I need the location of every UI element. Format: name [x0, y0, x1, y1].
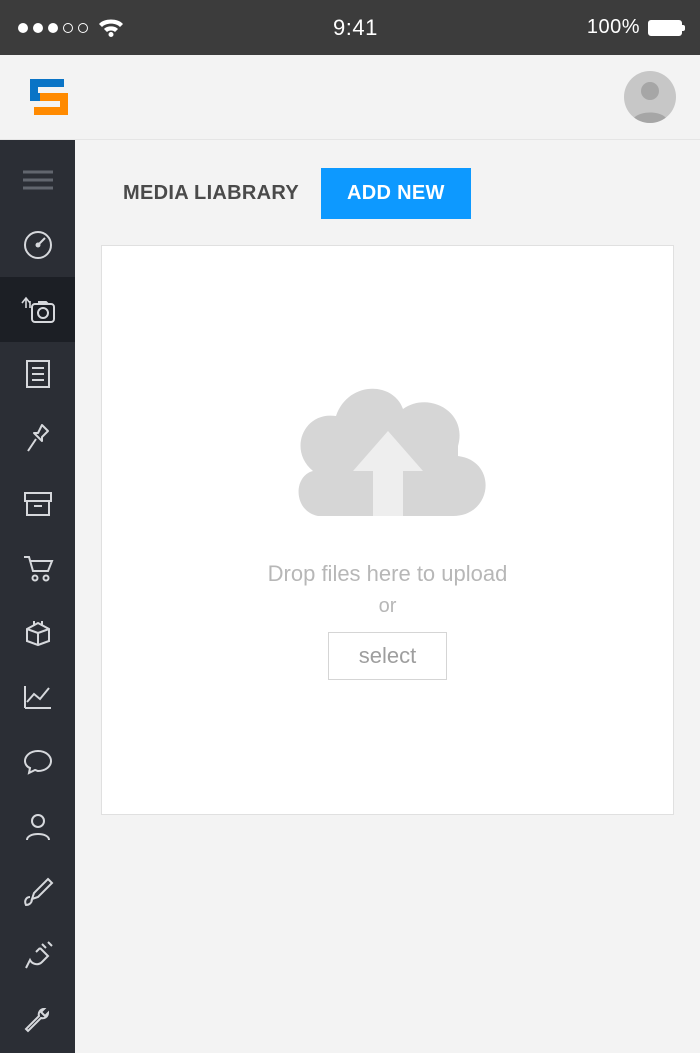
sidebar-item-analytics[interactable] [0, 665, 75, 730]
sidebar [0, 140, 75, 1053]
drop-text: Drop files here to upload [268, 561, 508, 587]
tab-add-new[interactable]: ADD NEW [321, 168, 471, 219]
status-left [18, 18, 124, 38]
wrench-icon [22, 1005, 54, 1037]
avatar[interactable] [624, 71, 676, 123]
sidebar-item-archive[interactable] [0, 471, 75, 536]
sidebar-item-documents[interactable] [0, 342, 75, 407]
box-icon [23, 619, 53, 647]
chart-icon [23, 684, 53, 710]
cloud-upload-icon [258, 361, 518, 541]
sidebar-item-box[interactable] [0, 600, 75, 665]
logo [24, 75, 74, 119]
menu-icon [23, 170, 53, 190]
or-text: or [379, 595, 397, 618]
document-icon [25, 359, 51, 389]
signal-dots [18, 23, 88, 33]
main-content: MEDIA LIABRARY ADD NEW Drop files here t… [75, 140, 700, 1053]
chat-icon [23, 748, 53, 776]
sidebar-item-user[interactable] [0, 794, 75, 859]
sidebar-item-cart[interactable] [0, 536, 75, 601]
status-time: 9:41 [124, 15, 587, 41]
sidebar-item-chat[interactable] [0, 730, 75, 795]
sidebar-item-settings[interactable] [0, 988, 75, 1053]
sidebar-item-media[interactable] [0, 277, 75, 342]
sidebar-item-dashboard[interactable] [0, 213, 75, 278]
sidebar-item-menu[interactable] [0, 148, 75, 213]
top-header [0, 55, 700, 140]
select-button[interactable]: select [328, 632, 447, 680]
pin-icon [24, 423, 52, 455]
battery-icon [648, 20, 682, 36]
sidebar-item-plugins[interactable] [0, 924, 75, 989]
status-right: 100% [587, 16, 682, 39]
plug-icon [22, 940, 54, 972]
gauge-icon [22, 229, 54, 261]
tabs: MEDIA LIABRARY ADD NEW [101, 168, 674, 219]
user-icon [24, 812, 52, 842]
sidebar-item-pins[interactable] [0, 407, 75, 472]
battery-percent: 100% [587, 16, 640, 39]
sidebar-item-appearance[interactable] [0, 859, 75, 924]
cart-icon [22, 553, 54, 583]
media-icon [20, 296, 56, 324]
wifi-icon [98, 18, 124, 38]
tab-media-library[interactable]: MEDIA LIABRARY [101, 168, 321, 219]
upload-panel[interactable]: Drop files here to upload or select [101, 245, 674, 815]
brush-icon [22, 875, 54, 907]
status-bar: 9:41 100% [0, 0, 700, 55]
archive-icon [23, 491, 53, 517]
